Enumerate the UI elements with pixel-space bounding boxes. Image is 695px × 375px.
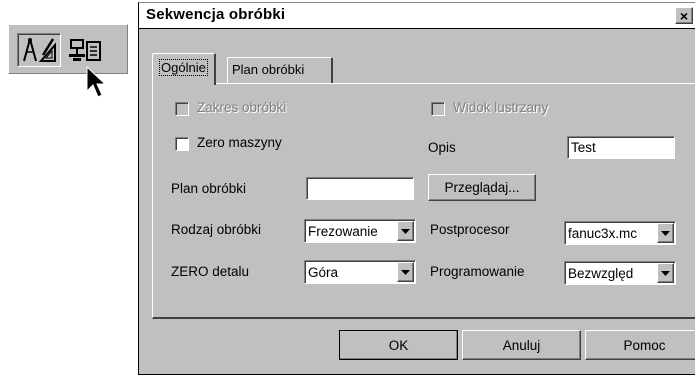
machining-type-select[interactable]: Frezowanie	[304, 219, 416, 243]
part-zero-label: ZERO detalu	[171, 264, 250, 279]
mouse-pointer-icon	[86, 66, 107, 98]
part-zero-dropdown-button[interactable]	[397, 262, 414, 282]
description-label: Opis	[428, 140, 456, 155]
machining-plan-label: Plan obróbki	[171, 181, 247, 196]
title-bar: Sekwencja obróbki ×	[139, 3, 695, 29]
programming-value: Bezwzględ	[568, 266, 634, 281]
part-zero-select[interactable]: Góra	[304, 260, 416, 284]
help-button[interactable]: Pomoc	[585, 330, 695, 360]
postprocessor-value: fanuc3x.mc	[568, 226, 638, 241]
tab-machining-plan-label: Plan obróbki	[232, 62, 305, 77]
machining-sequence-button[interactable]	[63, 33, 107, 67]
part-zero-value: Góra	[308, 265, 339, 280]
mirror-view-checkbox[interactable]	[431, 102, 445, 116]
mirror-view-label: Widok lustrzany	[453, 100, 549, 115]
dropdown-arrow-icon	[401, 228, 410, 234]
close-button[interactable]: ×	[675, 7, 693, 24]
programming-select[interactable]: Bezwzględ	[564, 261, 676, 285]
dropdown-arrow-icon	[401, 269, 410, 275]
cancel-button[interactable]: Anuluj	[462, 330, 581, 360]
machine-zero-label: Zero maszyny	[197, 135, 282, 150]
tab-general[interactable]: Ogólnie	[152, 53, 216, 85]
programming-dropdown-button[interactable]	[657, 263, 674, 283]
machining-range-label: Zakres obróbki	[197, 100, 287, 115]
machine-zero-checkbox[interactable]	[175, 137, 189, 151]
ok-button[interactable]: OK	[339, 330, 458, 360]
dialog-title: Sekwencja obróbki	[146, 6, 286, 23]
general-tab-panel: Zakres obróbki Widok lustrzany Zero masz…	[152, 83, 695, 319]
toolbar	[8, 24, 128, 74]
drafting-tools-icon	[23, 38, 56, 62]
machining-type-value: Frezowanie	[308, 224, 378, 239]
postprocessor-select[interactable]: fanuc3x.mc	[564, 221, 676, 245]
machining-range-checkbox[interactable]	[175, 102, 189, 116]
close-icon: ×	[679, 8, 689, 24]
programming-label: Programowanie	[430, 264, 525, 279]
machining-sequence-dialog: Sekwencja obróbki × Ogólnie Plan obróbki…	[138, 2, 695, 375]
browse-button[interactable]: Przeglądaj...	[428, 174, 536, 201]
drafting-tools-button[interactable]	[17, 33, 61, 67]
machining-type-dropdown-button[interactable]	[397, 221, 414, 241]
machining-sequence-icon	[69, 39, 101, 61]
postprocessor-dropdown-button[interactable]	[657, 223, 674, 243]
dropdown-arrow-icon	[661, 230, 670, 236]
tab-general-label: Ogólnie	[159, 59, 208, 76]
machining-plan-input[interactable]	[306, 177, 414, 200]
tab-machining-plan[interactable]: Plan obróbki	[227, 57, 333, 83]
dropdown-arrow-icon	[661, 270, 670, 276]
description-input[interactable]: Test	[567, 136, 675, 159]
postprocessor-label: Postprocesor	[430, 222, 510, 237]
machining-type-label: Rodzaj obróbki	[171, 222, 262, 237]
